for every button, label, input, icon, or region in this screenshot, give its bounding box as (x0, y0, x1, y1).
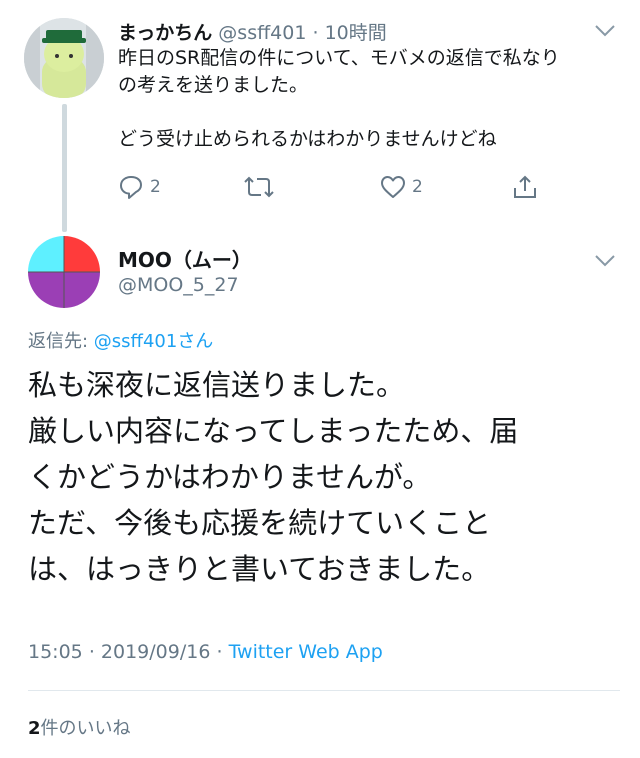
handle[interactable]: @ssff401 (218, 22, 306, 44)
text-line: 厳しい内容になってしまったため、届 (28, 414, 519, 448)
text-line: は、はっきりと書いておきました。 (28, 552, 491, 586)
thread-line (62, 104, 67, 232)
timestamp[interactable]: 10時間 (325, 22, 387, 44)
retweet-button[interactable] (244, 174, 274, 200)
separator: · (312, 22, 319, 44)
like-count: 2 (412, 177, 423, 197)
parent-tweet-header: まっかちん @ssff401 · 10時間 (118, 18, 387, 45)
chevron-down-icon[interactable] (594, 24, 616, 38)
reply-suffix: さん (177, 331, 214, 352)
text-line: 昨日のSR配信の件について、モバメの返信で私なり (118, 47, 560, 69)
text-line: の考えを送りました。 (118, 74, 309, 96)
text-line: ただ、今後も応援を続けていくこと (28, 506, 492, 540)
chevron-down-icon[interactable] (594, 254, 616, 268)
avatar-image (28, 236, 100, 308)
main-tweet-text: 私も深夜に返信送りました。 厳しい内容になってしまったため、届 くかどうかはわか… (28, 362, 628, 592)
tweet-actions: 2 2 (118, 174, 558, 202)
divider (28, 690, 620, 691)
avatar[interactable] (28, 236, 100, 308)
display-name[interactable]: MOO（ムー） (118, 244, 252, 273)
like-icon (381, 176, 405, 198)
parent-tweet-text: 昨日のSR配信の件について、モバメの返信で私なり の考えを送りました。 どう受け… (118, 45, 618, 153)
tweet-time[interactable]: 15:05 (28, 641, 83, 663)
share-icon (514, 175, 536, 198)
avatar[interactable] (24, 18, 104, 98)
likes-summary[interactable]: 2件のいいね (28, 714, 131, 740)
avatar-image (24, 18, 104, 98)
reply-count: 2 (150, 177, 161, 197)
tweet-source-link[interactable]: Twitter Web App (229, 641, 383, 663)
retweet-icon (244, 176, 274, 198)
text-line: 私も深夜に返信送りました。 (28, 368, 406, 402)
text-line: どう受け止められるかはわかりませんけどね (118, 128, 497, 150)
tweet-date[interactable]: 2019/09/16 (101, 641, 211, 663)
like-button[interactable]: 2 (380, 174, 423, 200)
reply-handle-link[interactable]: @ssff401 (94, 331, 178, 352)
reply-button[interactable]: 2 (118, 174, 161, 200)
like-label: 件のいいね (40, 718, 131, 739)
display-name[interactable]: まっかちん (118, 22, 212, 44)
separator: · (216, 641, 223, 663)
handle[interactable]: @MOO_5_27 (118, 274, 239, 296)
separator: · (88, 641, 95, 663)
text-line: くかどうかはわかりませんが。 (28, 460, 432, 494)
tweet-meta: 15:05 · 2019/09/16 · Twitter Web App (28, 641, 383, 663)
reply-prefix: 返信先: (28, 331, 94, 352)
share-button[interactable] (512, 174, 538, 200)
parent-tweet[interactable]: まっかちん @ssff401 · 10時間 昨日のSR配信の件について、モバメの… (0, 0, 640, 232)
reply-context: 返信先: @ssff401さん (28, 327, 213, 353)
reply-icon (120, 176, 142, 199)
like-count: 2 (28, 718, 41, 739)
